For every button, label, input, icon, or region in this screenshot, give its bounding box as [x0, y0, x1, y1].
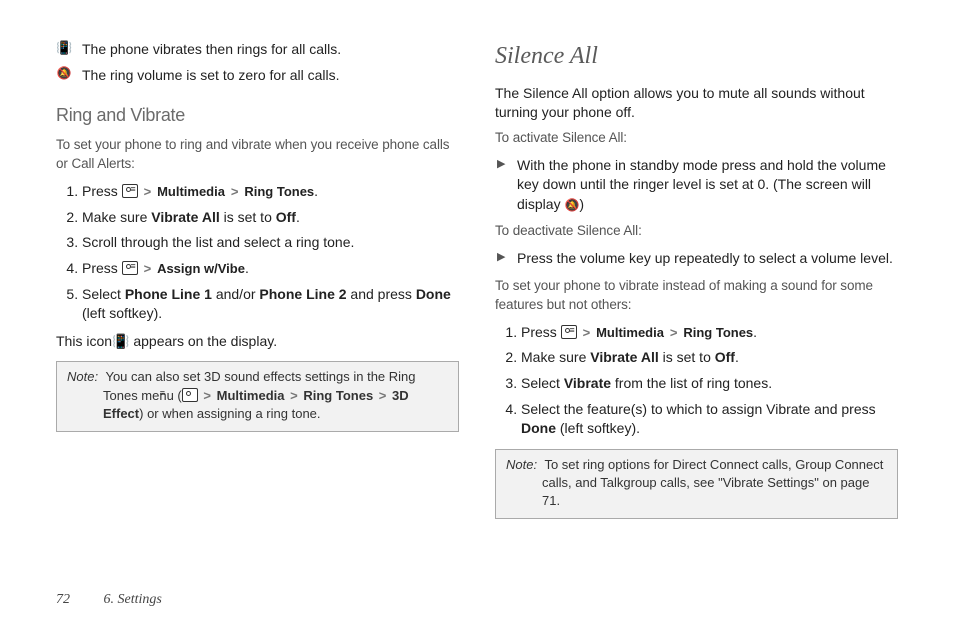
deactivate-bullet-list: Press the volume key up repeatedly to se… — [495, 249, 898, 269]
icon-row-vibrate-ring: 📳 The phone vibrates then rings for all … — [56, 40, 459, 60]
menu-key-icon — [122, 261, 138, 275]
silence-icon: 🔕 — [56, 66, 72, 80]
step-r3: Select Vibrate from the list of ring ton… — [521, 374, 898, 394]
step-4: Press > Assign w/Vibe. — [82, 259, 459, 279]
step-r4: Select the feature(s) to which to assign… — [521, 400, 898, 439]
note-label: Note: — [506, 457, 537, 472]
activate-bullet-list: With the phone in standby mode press and… — [495, 156, 898, 215]
steps-list-left: Press > Multimedia > Ring Tones. Make su… — [56, 182, 459, 324]
step-3: Scroll through the list and select a rin… — [82, 233, 459, 253]
activate-label: To activate Silence All: — [495, 129, 898, 148]
silence-intro: The Silence All option allows you to mut… — [495, 84, 898, 123]
note-box-direct-connect: Note: To set ring options for Direct Con… — [495, 449, 898, 520]
title-silence-all: Silence All — [495, 40, 898, 74]
silence-icon: 🔕 — [564, 198, 579, 212]
vibrate-ring-icon: 📳 — [112, 333, 129, 349]
step-1: Press > Multimedia > Ring Tones. — [82, 182, 459, 202]
step-5: Select Phone Line 1 and/or Phone Line 2 … — [82, 285, 459, 324]
right-column: Silence All The Silence All option allow… — [495, 40, 898, 529]
icon-row-silence: 🔕 The ring volume is set to zero for all… — [56, 66, 459, 86]
step-r2: Make sure Vibrate All is set to Off. — [521, 348, 898, 368]
page-number: 72 — [56, 592, 70, 607]
left-column: 📳 The phone vibrates then rings for all … — [56, 40, 459, 529]
icon-row-text: The phone vibrates then rings for all ca… — [82, 40, 341, 60]
activate-bullet: With the phone in standby mode press and… — [517, 156, 898, 215]
chapter-label: 6. Settings — [104, 592, 162, 607]
section-heading-ring-vibrate: Ring and Vibrate — [56, 103, 459, 128]
menu-key-icon — [122, 184, 138, 198]
steps-list-right: Press > Multimedia > Ring Tones. Make su… — [495, 323, 898, 439]
after-steps-text: This icon📳 appears on the display. — [56, 332, 459, 352]
note-label: Note: — [67, 369, 98, 384]
menu-key-icon — [182, 388, 198, 402]
deactivate-label: To deactivate Silence All: — [495, 222, 898, 241]
note-box-3d-effect: Note: You can also set 3D sound effects … — [56, 361, 459, 432]
vibrate-ring-icon: 📳 — [56, 40, 72, 56]
page-footer: 72 6. Settings — [56, 590, 162, 610]
vibrate-intro: To set your phone to vibrate instead of … — [495, 277, 898, 315]
deactivate-bullet: Press the volume key up repeatedly to se… — [517, 249, 898, 269]
step-2: Make sure Vibrate All is set to Off. — [82, 208, 459, 228]
icon-row-text: The ring volume is set to zero for all c… — [82, 66, 340, 86]
step-r1: Press > Multimedia > Ring Tones. — [521, 323, 898, 343]
intro-text: To set your phone to ring and vibrate wh… — [56, 136, 459, 174]
menu-key-icon — [561, 325, 577, 339]
